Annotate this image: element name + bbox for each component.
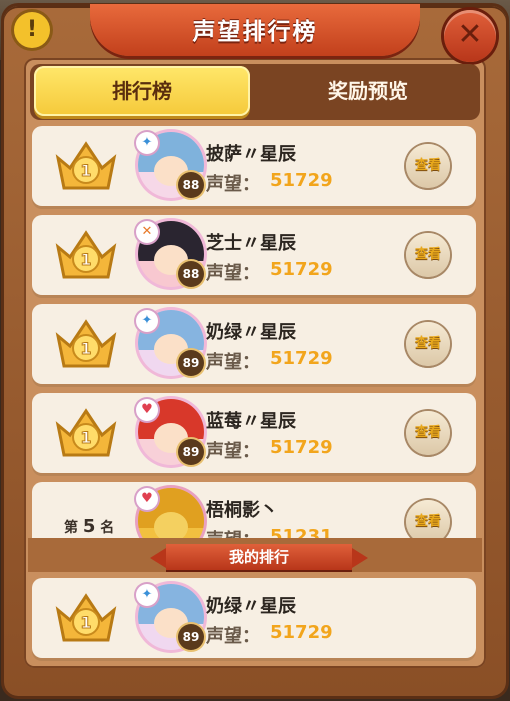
leaderboard-row: 1 ✕ 88 芝士〃星辰 声望： 51729 查看 <box>32 215 476 295</box>
leaderboard-row: 1 ✦ 88 披萨〃星辰 声望： 51729 查看 <box>32 126 476 206</box>
rank-number: 1 <box>80 250 91 269</box>
rank-number: 1 <box>80 161 91 180</box>
reputation-label: 声望： <box>206 352 260 373</box>
list-scroll-area[interactable]: 第 5 名 ♥ 梧桐影丶 声望： 51231 查看 <box>32 482 476 538</box>
ribbon-end-right <box>352 548 368 568</box>
rank-crown-icon: 1 <box>55 408 117 457</box>
class-icon: ✦ <box>136 310 158 332</box>
my-rank-label: 我的排行 <box>166 544 352 570</box>
view-button[interactable]: 查看 <box>406 322 450 366</box>
avatar-face <box>154 512 188 538</box>
reputation-value: 51729 <box>270 170 333 191</box>
rank-crown-icon: 1 <box>55 141 117 190</box>
rank-text: 第 5 名 <box>64 516 115 537</box>
player-name: 披萨〃星辰 <box>206 144 296 165</box>
view-button[interactable]: 查看 <box>406 411 450 455</box>
leaderboard-row: 第 5 名 ♥ 梧桐影丶 声望： 51231 查看 <box>32 482 476 538</box>
player-name: 梧桐影丶 <box>206 500 278 521</box>
reputation-value: 51729 <box>270 259 333 280</box>
tab-rewards-preview[interactable]: 奖励预览 <box>260 66 476 116</box>
rank-crown-icon: 1 <box>55 593 117 642</box>
reputation-label: 声望： <box>206 441 260 462</box>
view-button[interactable]: 查看 <box>406 233 450 277</box>
player-name: 芝士〃星辰 <box>206 233 296 254</box>
level-badge: 89 <box>178 439 204 465</box>
view-button[interactable]: 查看 <box>406 500 450 538</box>
leaderboard-row: 1 ♥ 89 蓝莓〃星辰 声望： 51729 查看 <box>32 393 476 473</box>
class-icon: ✦ <box>136 132 158 154</box>
class-icon: ✕ <box>136 221 158 243</box>
ribbon-end-left <box>150 548 166 568</box>
reputation-label: 声望： <box>206 626 260 647</box>
rank-number: 1 <box>80 613 91 632</box>
info-icon[interactable]: ! <box>14 12 50 48</box>
tab-ranking[interactable]: 排行榜 <box>34 66 250 116</box>
level-badge: 88 <box>178 261 204 287</box>
rank-number: 1 <box>80 428 91 447</box>
reputation-value: 51729 <box>270 622 333 643</box>
level-badge: 89 <box>178 350 204 376</box>
rank-crown-icon: 1 <box>55 230 117 279</box>
player-name: 蓝莓〃星辰 <box>206 411 296 432</box>
class-icon: ♥ <box>136 399 158 421</box>
leaderboard-row: 1 ✦ 89 奶绿〃星辰 声望： 51729 查看 <box>32 304 476 384</box>
class-icon: ✦ <box>136 584 158 606</box>
reputation-value: 51729 <box>270 437 333 458</box>
level-badge: 89 <box>178 624 204 650</box>
my-rank-row: 1 ✦ 89 奶绿〃星辰 声望： 51729 <box>32 578 476 658</box>
level-badge: 88 <box>178 172 204 198</box>
view-button[interactable]: 查看 <box>406 144 450 188</box>
reputation-label: 声望： <box>206 526 260 538</box>
rank-crown-icon: 1 <box>55 319 117 368</box>
rank-number: 1 <box>80 339 91 358</box>
page-title: 声望排行榜 <box>192 19 318 45</box>
player-name: 奶绿〃星辰 <box>206 596 296 617</box>
reputation-value: 51729 <box>270 348 333 369</box>
player-name: 奶绿〃星辰 <box>206 322 296 343</box>
reputation-label: 声望： <box>206 174 260 195</box>
reputation-value: 51231 <box>270 526 333 538</box>
class-icon: ♥ <box>136 488 158 510</box>
close-button[interactable]: ✕ <box>444 10 496 62</box>
reputation-label: 声望： <box>206 263 260 284</box>
